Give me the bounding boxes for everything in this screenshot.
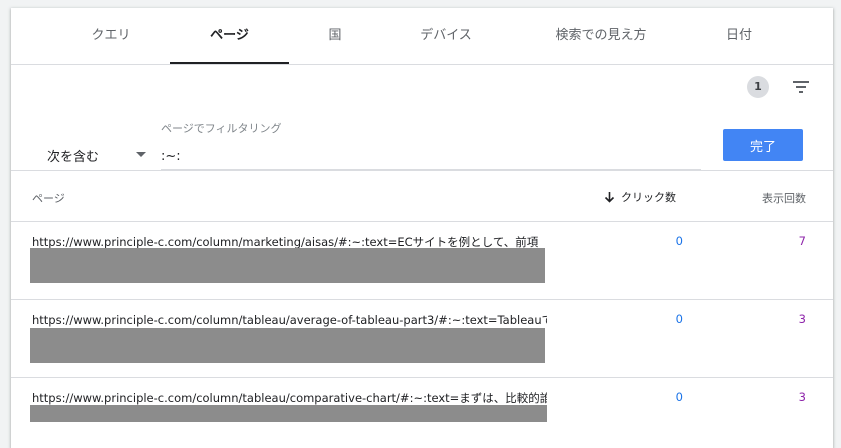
filter-operator-value: 次を含む	[47, 150, 100, 165]
performance-card: クエリ ページ 国 デバイス 検索での見え方 日付 1 次を含む ページでフィル…	[11, 8, 833, 448]
table-row[interactable]: https://www.principle-c.com/column/table…	[11, 300, 833, 378]
page-url[interactable]: https://www.principle-c.com/column/table…	[32, 390, 547, 406]
table-row[interactable]: https://www.principle-c.com/column/marke…	[11, 222, 833, 300]
impressions-value: 7	[798, 234, 806, 248]
column-header-impressions[interactable]: 表示回数	[762, 190, 806, 206]
clicks-value: 0	[675, 312, 683, 326]
clicks-value: 0	[675, 390, 683, 404]
arrow-down-icon	[604, 192, 615, 203]
tab-country[interactable]: 国	[307, 8, 363, 65]
clicks-value: 0	[675, 234, 683, 248]
caret-down-icon	[136, 152, 146, 157]
active-tab-indicator	[170, 62, 289, 64]
tab-page[interactable]: ページ	[170, 8, 289, 65]
tab-date[interactable]: 日付	[706, 8, 772, 65]
column-header-page[interactable]: ページ	[32, 190, 65, 206]
filter-input-label: ページでフィルタリング	[161, 122, 282, 135]
tab-search-appearance[interactable]: 検索での見え方	[536, 8, 666, 65]
impressions-value: 3	[798, 312, 806, 326]
redacted-block	[30, 405, 547, 422]
impressions-value: 3	[798, 390, 806, 404]
redacted-block	[30, 328, 545, 363]
page-url[interactable]: https://www.principle-c.com/column/table…	[32, 312, 547, 328]
column-header-clicks[interactable]: クリック数	[604, 189, 676, 205]
table-header: ページ クリック数 表示回数	[11, 170, 833, 222]
filter-operator-select[interactable]: 次を含む	[36, 140, 158, 170]
tab-query[interactable]: クエリ	[71, 8, 151, 65]
dimension-tabs: クエリ ページ 国 デバイス 検索での見え方 日付	[11, 8, 833, 65]
filter-count-badge: 1	[747, 76, 769, 98]
done-button[interactable]: 完了	[723, 129, 803, 161]
filter-list-icon[interactable]	[790, 77, 812, 97]
filter-input[interactable]	[161, 144, 701, 170]
tab-device[interactable]: デバイス	[401, 8, 491, 65]
column-header-clicks-label: クリック数	[621, 191, 676, 204]
table-row[interactable]: https://www.principle-c.com/column/table…	[11, 378, 833, 448]
redacted-block	[30, 248, 545, 283]
